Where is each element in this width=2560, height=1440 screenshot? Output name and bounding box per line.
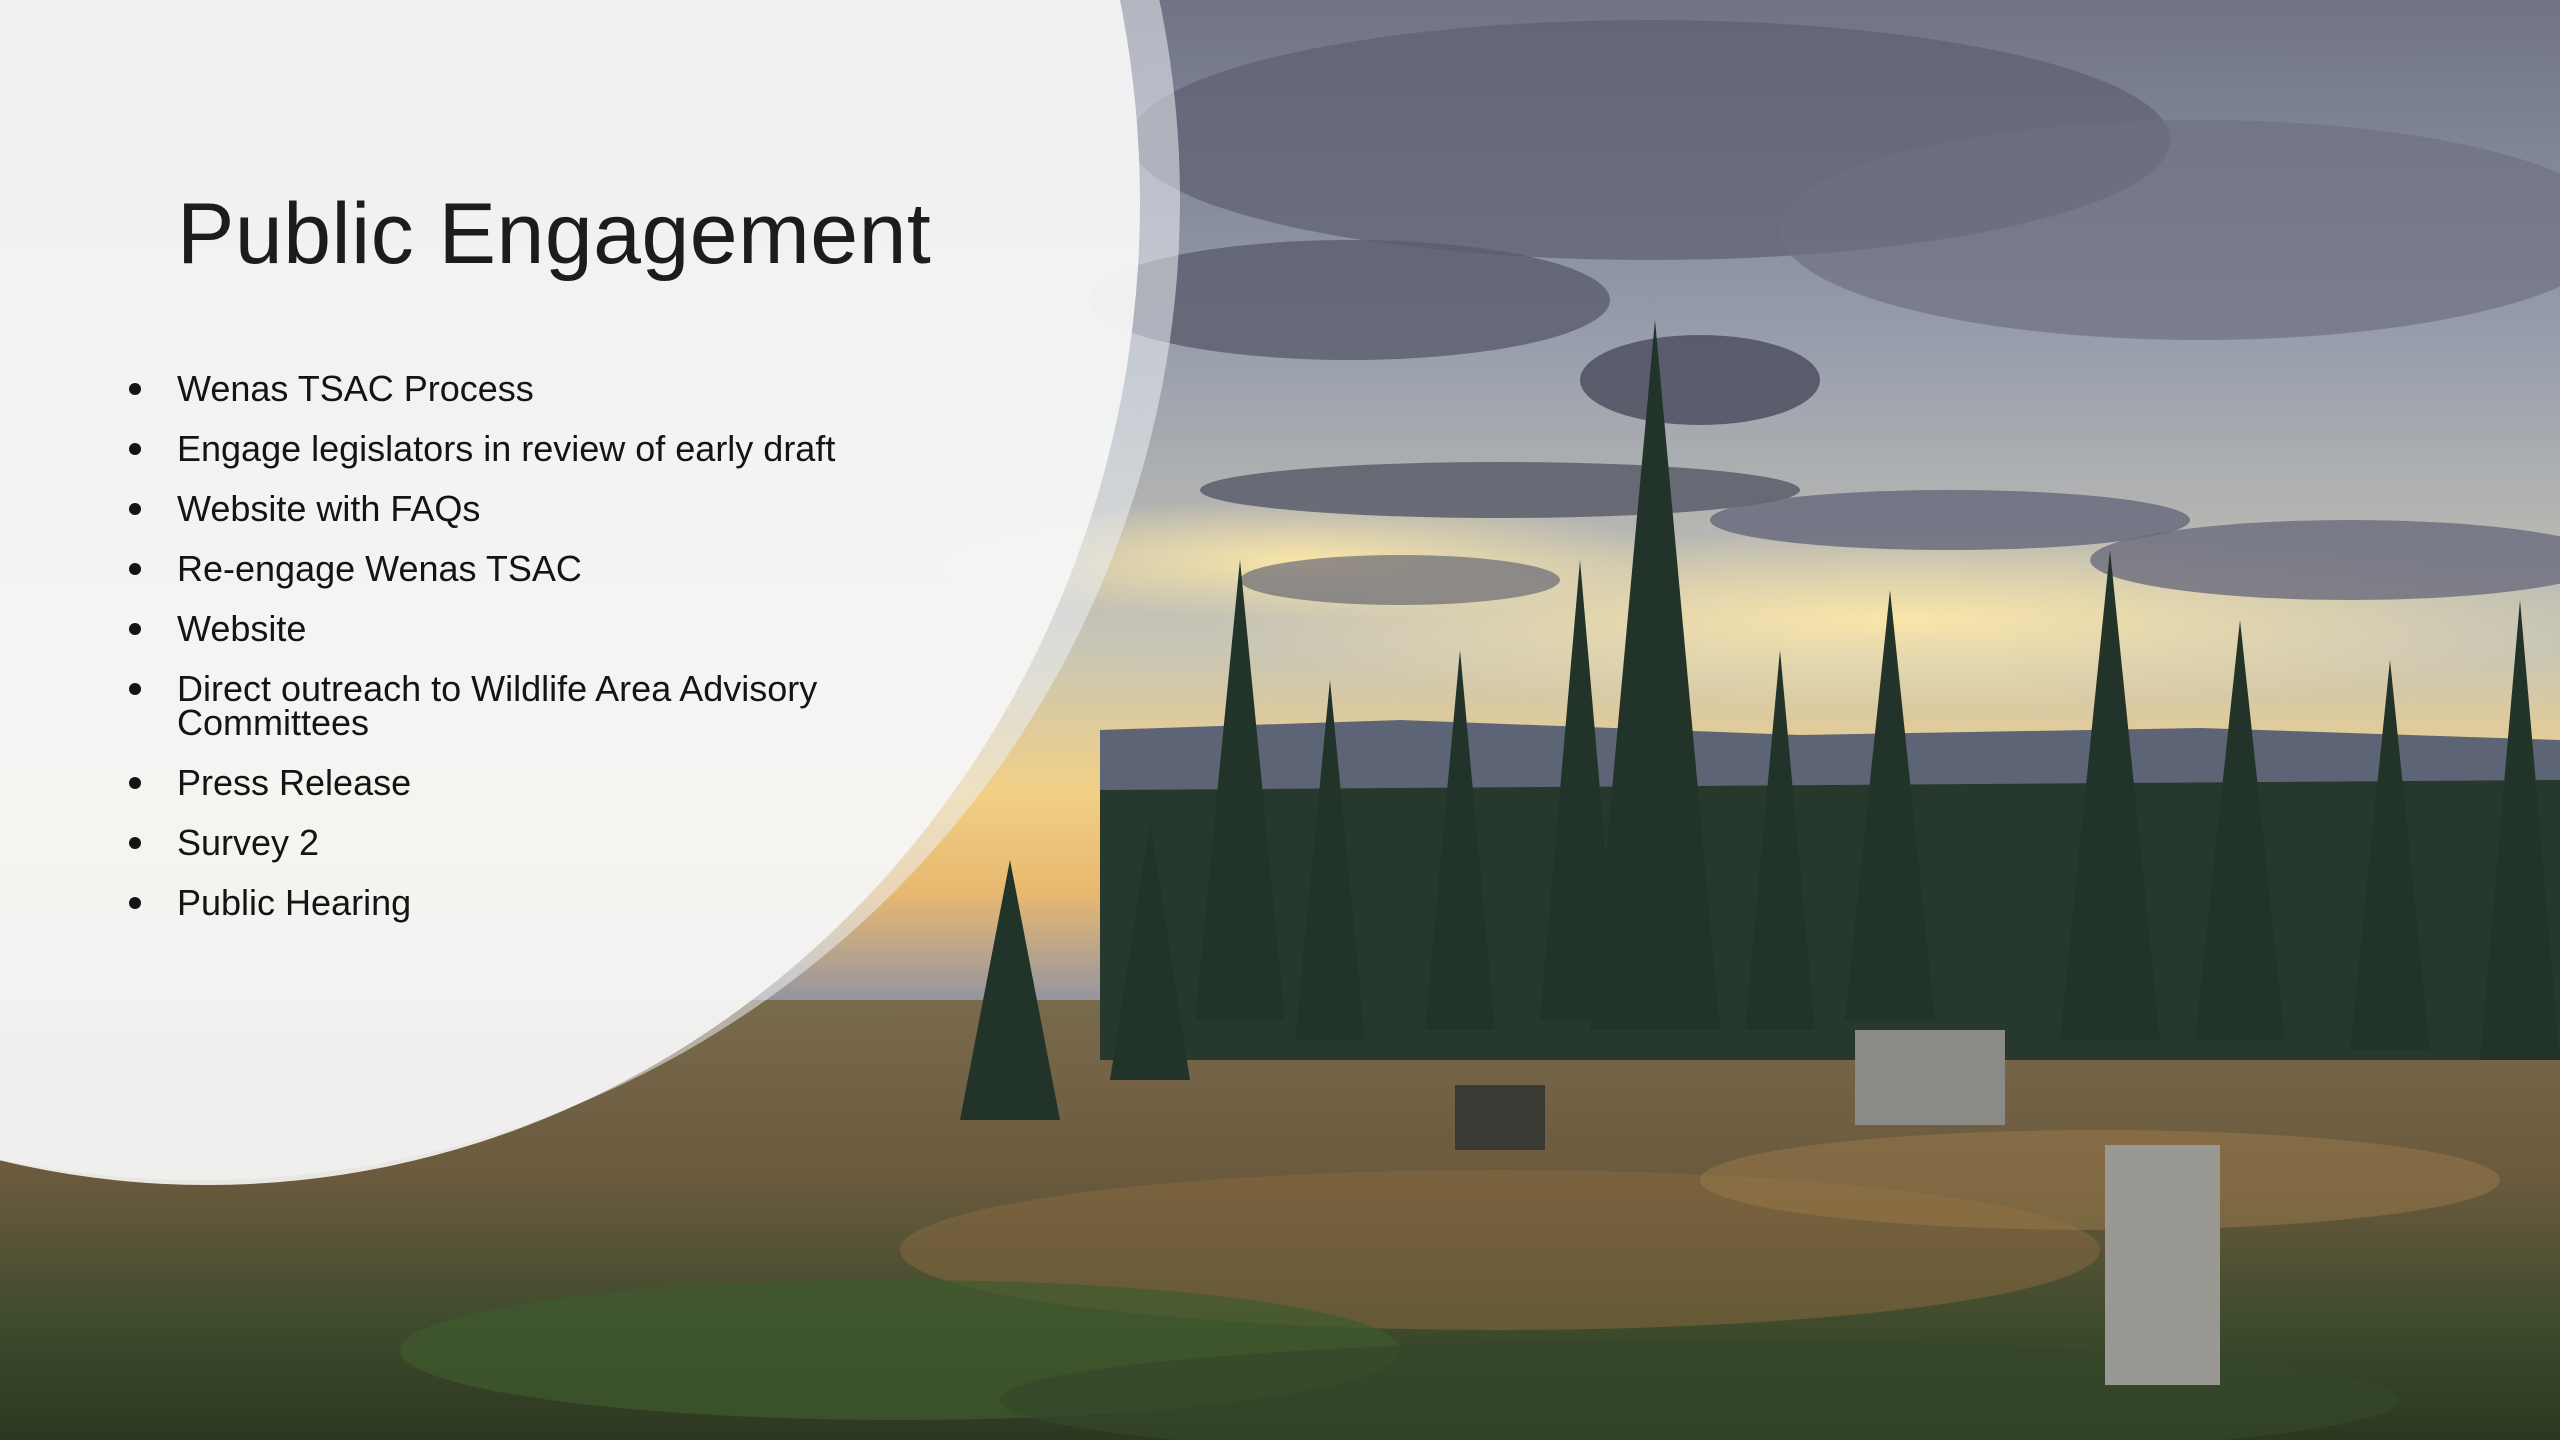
bullet-text: Wenas TSAC Process bbox=[177, 368, 534, 409]
bullet-item: Re-engage Wenas TSAC bbox=[122, 551, 902, 587]
bullet-text: Survey 2 bbox=[177, 822, 320, 863]
bullet-dot-icon bbox=[129, 777, 141, 789]
bullet-item: Public Hearing bbox=[122, 885, 902, 921]
bullet-item: Website with FAQs bbox=[122, 491, 902, 527]
bullet-text: Re-engage Wenas TSAC bbox=[177, 548, 582, 589]
bullet-dot-icon bbox=[129, 683, 141, 695]
bullet-item: Press Release bbox=[122, 765, 902, 801]
bullet-item: Direct outreach to Wildlife Area Advisor… bbox=[122, 671, 902, 741]
bullet-text: Engage legislators in review of early dr… bbox=[177, 428, 836, 469]
bullet-dot-icon bbox=[129, 837, 141, 849]
bullet-item: Website bbox=[122, 611, 902, 647]
bullet-dot-icon bbox=[129, 623, 141, 635]
bullet-dot-icon bbox=[129, 563, 141, 575]
bullet-item: Survey 2 bbox=[122, 825, 902, 861]
bullet-text: Website with FAQs bbox=[177, 488, 481, 529]
slide: Public Engagement Wenas TSAC Process Eng… bbox=[0, 0, 2560, 1440]
bullet-text: Press Release bbox=[177, 762, 412, 803]
bullet-text: Website bbox=[177, 608, 307, 649]
bullet-list: Wenas TSAC Process Engage legislators in… bbox=[122, 371, 902, 946]
bullet-text: Direct outreach to Wildlife Area Advisor… bbox=[177, 668, 818, 743]
bullet-item: Engage legislators in review of early dr… bbox=[122, 431, 902, 467]
bullet-dot-icon bbox=[129, 383, 141, 395]
bullet-dot-icon bbox=[129, 897, 141, 909]
bullet-dot-icon bbox=[129, 503, 141, 515]
slide-title: Public Engagement bbox=[177, 186, 932, 282]
bullet-dot-icon bbox=[129, 443, 141, 455]
bullet-text: Public Hearing bbox=[177, 882, 412, 923]
bullet-item: Wenas TSAC Process bbox=[122, 371, 902, 407]
